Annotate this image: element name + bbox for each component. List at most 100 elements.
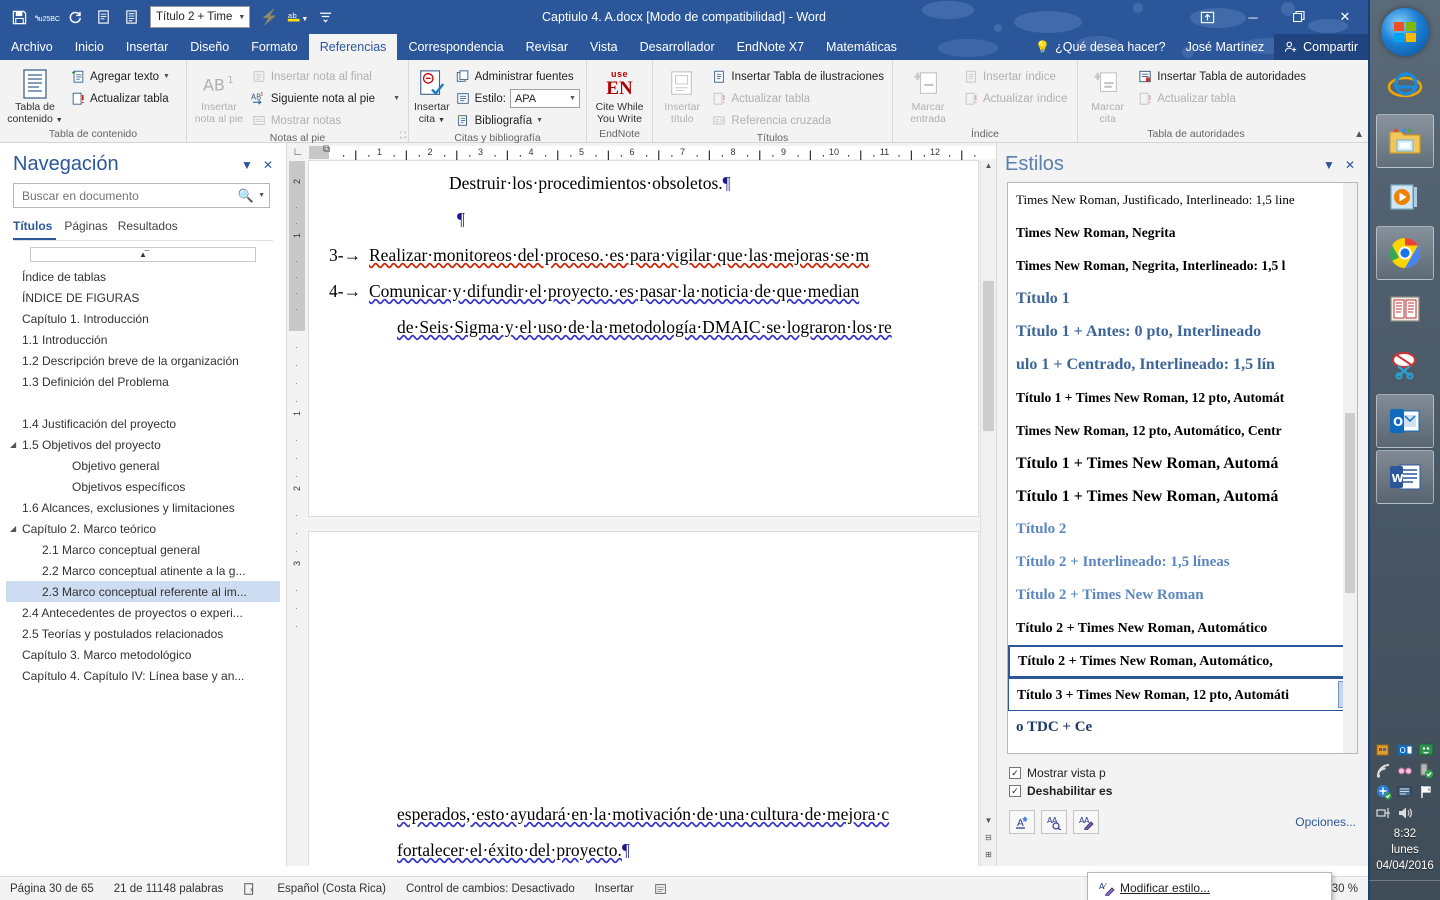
tray-display-icon[interactable]: [1396, 783, 1414, 801]
toc-button[interactable]: Tabla de contenido ▼: [4, 65, 66, 127]
style-select-row[interactable]: Estilo: APA ▼: [451, 88, 584, 109]
styles-pane-close-icon[interactable]: ✕: [1340, 158, 1360, 172]
chevron-down-icon[interactable]: ▼: [536, 117, 543, 124]
navigation-close-icon[interactable]: ✕: [258, 158, 278, 172]
chevron-down-icon[interactable]: ▼: [163, 73, 170, 80]
print-preview-icon[interactable]: [90, 4, 116, 30]
customize-toolbar-icon[interactable]: [312, 4, 338, 30]
nav-heading-item[interactable]: 2.3 Marco conceptual referente al im...: [6, 581, 280, 602]
redo-icon[interactable]: [62, 4, 88, 30]
highlight-icon[interactable]: ab ▼: [284, 4, 310, 30]
insert-mode-indicator[interactable]: Insertar: [585, 883, 644, 895]
nav-heading-item[interactable]: Índice de tablas: [6, 266, 280, 287]
track-changes-indicator[interactable]: Control de cambios: Desactivado: [396, 883, 585, 895]
tray-antivirus-icon[interactable]: [1375, 783, 1393, 801]
nav-heading-item[interactable]: Capítulo 3. Marco metodológico: [6, 644, 280, 665]
indent-marker-icon[interactable]: ⧉: [323, 144, 330, 155]
tab-desarrollador[interactable]: Desarrollador: [629, 34, 726, 60]
nav-tab-titulos[interactable]: Títulos: [13, 216, 57, 240]
insert-endnote-button[interactable]: Insertar nota al final: [247, 66, 404, 87]
ribbon-display-options-icon[interactable]: [1184, 0, 1230, 34]
document-line[interactable]: de·Seis·Sigma·y·el·uso·de·la·metodología…: [309, 309, 978, 345]
new-style-button[interactable]: A: [1009, 810, 1035, 834]
document-line[interactable]: 4-→ Comunicar·y·difundir·el·proyecto.·es·…: [309, 273, 978, 309]
nav-heading-item[interactable]: 2.4 Antecedentes de proyectos o experi..…: [6, 602, 280, 623]
nav-heading-item[interactable]: Objetivos específicos: [6, 476, 280, 497]
nav-heading-item[interactable]: 2.5 Teorías y postulados relacionados: [6, 623, 280, 644]
show-notes-button[interactable]: Mostrar notas: [247, 110, 404, 131]
chevron-down-icon[interactable]: ▼: [56, 117, 63, 124]
style-list-item[interactable]: Título 2 + Times New Roman, Automático: [1008, 612, 1357, 645]
style-list-item[interactable]: Times New Roman, Justificado, Interlinea…: [1008, 183, 1357, 216]
taskbar-google-chrome[interactable]: [1376, 226, 1434, 280]
nav-heading-item[interactable]: Capítulo 1. Introducción: [6, 308, 280, 329]
mark-entry-button[interactable]: Marcar entrada: [897, 65, 959, 127]
style-list-item[interactable]: Times New Roman, 12 pto, Automático, Cen…: [1008, 414, 1357, 447]
start-button[interactable]: [1381, 8, 1429, 56]
document-line[interactable]: esperados,·esto·ayudará·en·la·motivación…: [309, 796, 978, 832]
cite-while-you-write-button[interactable]: use EN Cite While You Write: [591, 65, 648, 127]
show-preview-checkbox[interactable]: ✓ Mostrar vista p: [1009, 764, 1356, 782]
undo-icon[interactable]: \u25BC: [34, 4, 60, 30]
style-list-item[interactable]: Título 3 + Times New Roman, 12 pto, Auto…: [1008, 678, 1357, 711]
document-line[interactable]: fortalecer·el·éxito·del·proyecto.¶: [309, 832, 978, 866]
update-authorities-table-button[interactable]: Actualizar tabla: [1133, 88, 1310, 109]
taskbar-dictionary[interactable]: [1376, 282, 1434, 336]
tab-correspondencia[interactable]: Correspondencia: [397, 34, 514, 60]
nav-heading-item[interactable]: 1.1 Introducción: [6, 329, 280, 350]
taskbar-outlook[interactable]: O: [1376, 394, 1434, 448]
next-footnote-button[interactable]: AB 1 Siguiente nota al pie ▼: [247, 88, 404, 109]
nav-tab-resultados[interactable]: Resultados: [118, 216, 188, 240]
insert-caption-button[interactable]: Insertar título: [657, 65, 707, 127]
tab-vista[interactable]: Vista: [579, 34, 629, 60]
tab-endnote-x7[interactable]: EndNote X7: [726, 34, 815, 60]
nav-heading-item[interactable]: ◢ 1.5 Objetivos del proyecto: [6, 434, 280, 455]
nav-heading-item[interactable]: ◢ Capítulo 2. Marco teórico: [6, 518, 280, 539]
checkbox-icon[interactable]: ✓: [1009, 785, 1021, 797]
restore-icon[interactable]: [1276, 0, 1322, 34]
document-line[interactable]: Destruir·los·procedimientos·obsoletos.¶: [309, 165, 978, 201]
citation-style-combo[interactable]: APA ▼: [509, 89, 580, 108]
tab-referencias[interactable]: Referencias: [308, 34, 398, 60]
tab-revisar[interactable]: Revisar: [515, 34, 579, 60]
collapse-triangle-icon[interactable]: ◢: [10, 524, 22, 533]
style-quick-combo[interactable]: Título 2 + Time ▼: [150, 6, 251, 28]
page-indicator[interactable]: Página 30 de 65: [0, 883, 104, 895]
previous-page-icon[interactable]: ⊟: [981, 833, 996, 849]
checkbox-icon[interactable]: ✓: [1009, 767, 1021, 779]
nav-tab-paginas[interactable]: Páginas: [64, 216, 117, 240]
style-list-item[interactable]: Times New Roman, Negrita: [1008, 216, 1357, 249]
tray-glasses-icon[interactable]: [1396, 762, 1414, 780]
tab-stop-selector-icon[interactable]: ∟: [287, 143, 309, 161]
document-line[interactable]: 3-→ Realizar·monitoreos·del·proceso.·es·p…: [309, 237, 978, 273]
search-input[interactable]: [20, 187, 238, 204]
nav-heading-item[interactable]: 2.1 Marco conceptual general: [6, 539, 280, 560]
insert-index-button[interactable]: Insertar índice: [959, 66, 1071, 87]
tray-network-icon[interactable]: [1375, 804, 1393, 822]
document-page-1[interactable]: Destruir·los·procedimientos·obsoletos.¶ ¶…: [309, 161, 978, 516]
flash-icon[interactable]: ⚡: [256, 4, 282, 30]
style-list-item[interactable]: Título 1 + Times New Roman, 12 pto, Auto…: [1008, 381, 1357, 414]
tray-outlook-icon[interactable]: O: [1396, 741, 1414, 759]
mark-citation-button[interactable]: Marcar cita: [1082, 65, 1133, 127]
taskbar-file-explorer[interactable]: [1376, 114, 1434, 168]
style-list-item[interactable]: Título 2 + Interlineado: 1,5 líneas: [1008, 546, 1357, 579]
tab-matematicas[interactable]: Matemáticas: [815, 34, 908, 60]
document-line[interactable]: ¶: [309, 201, 978, 237]
horizontal-ruler[interactable]: ∟ 1 · | · 2 · | · 3 · | · 4 · | · 5 · | · 6 · | · 7 · | · 8 · | · 9 · | · 10…: [287, 143, 996, 162]
language-indicator[interactable]: Español (Costa Rica): [267, 883, 396, 895]
taskbar-clock[interactable]: 8:32 lunes 04/04/2016: [1369, 822, 1440, 880]
account-name[interactable]: José Martínez: [1176, 34, 1275, 60]
taskbar-internet-explorer[interactable]: [1376, 58, 1434, 112]
navigation-menu-icon[interactable]: ▼: [236, 158, 258, 172]
disable-linked-styles-checkbox[interactable]: ✓ Deshabilitar es: [1009, 782, 1356, 800]
style-list-item[interactable]: o TDC + Ce: [1008, 711, 1357, 744]
search-options-chevron-icon[interactable]: ▼: [258, 192, 265, 199]
context-item-modificar-estilo[interactable]: A ⁄ Modificar estilo...: [1088, 875, 1331, 900]
insert-citation-button[interactable]: Insertar cita ▼: [413, 65, 451, 127]
style-list-item[interactable]: Título 2 + Times New Roman: [1008, 579, 1357, 612]
share-button[interactable]: Compartir: [1274, 34, 1368, 60]
manage-sources-button[interactable]: Administrar fuentes: [451, 66, 584, 87]
styles-list[interactable]: Times New Roman, Justificado, Interlinea…: [1007, 182, 1358, 754]
word-count[interactable]: 21 de 11148 palabras: [104, 883, 234, 895]
